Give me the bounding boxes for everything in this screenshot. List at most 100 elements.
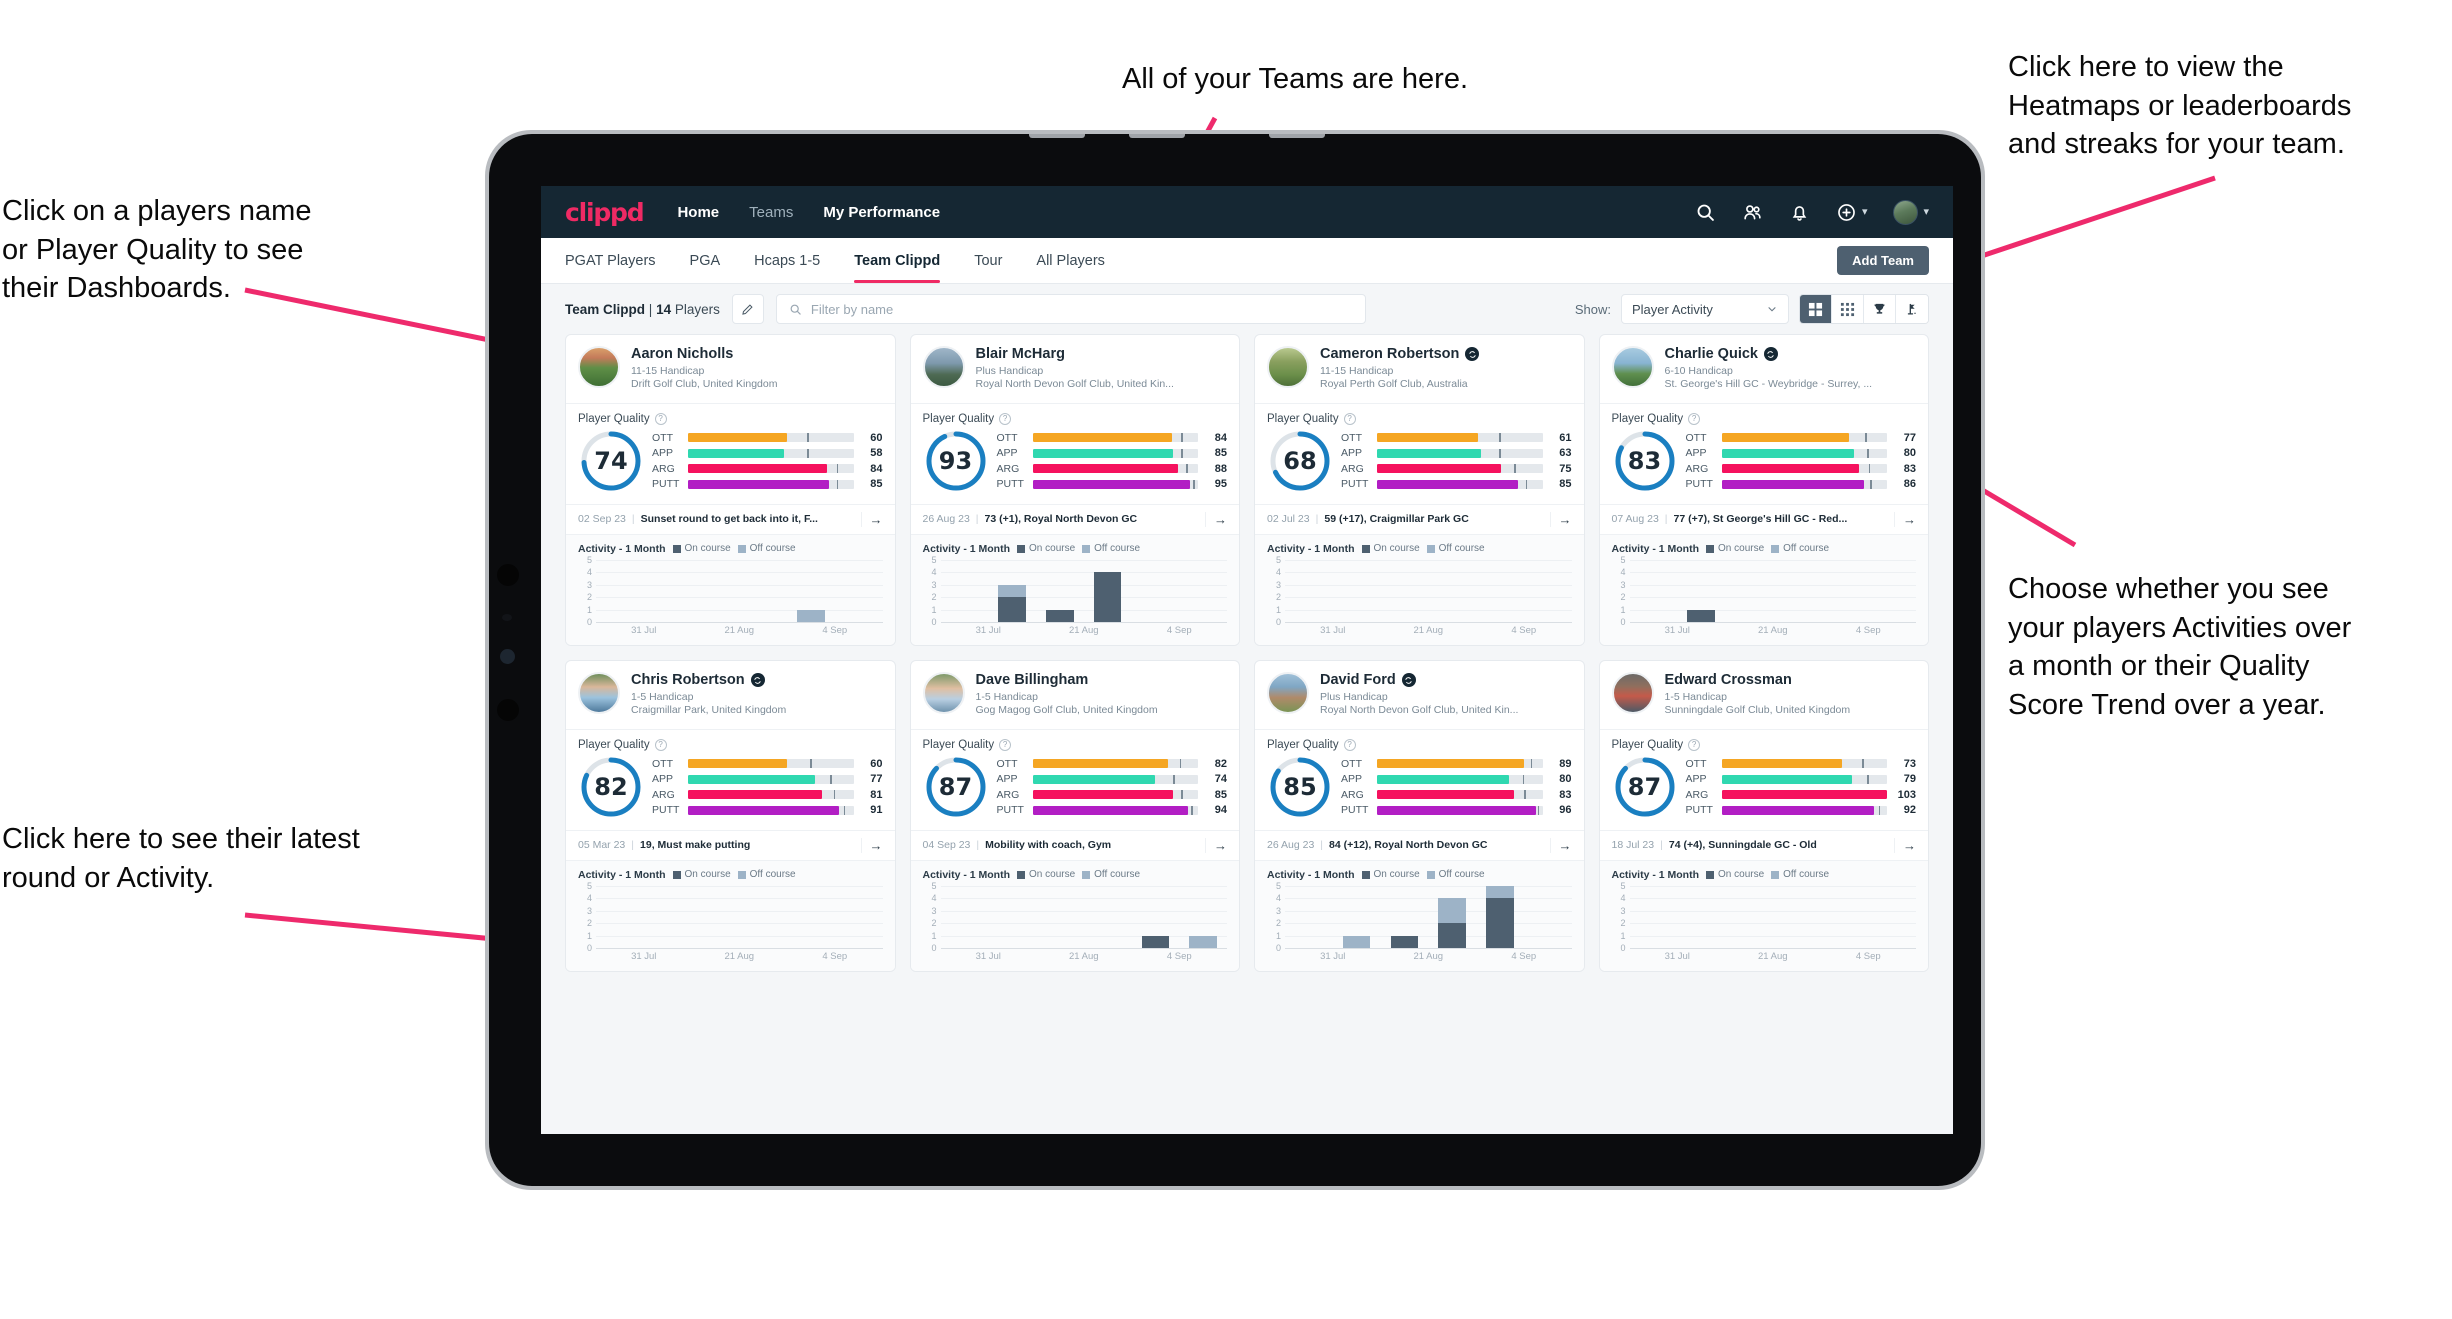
arrow-right-icon[interactable]: → (1205, 511, 1227, 527)
heatmap-view-icon[interactable] (1832, 295, 1864, 323)
show-select[interactable]: Player Activity (1621, 294, 1789, 324)
latest-round-row[interactable]: 02 Sep 23 | Sunset round to get back into … (566, 503, 895, 535)
arrow-right-icon[interactable]: → (860, 511, 883, 527)
metric-value: 79 (1903, 773, 1916, 786)
add-team-button[interactable]: Add Team (1837, 246, 1929, 275)
player-card[interactable]: Chris Robertson 1-5 Handicap Craigmillar P… (565, 659, 896, 972)
metric-label: APP (996, 447, 1018, 460)
plus-circle-icon[interactable] (1836, 202, 1857, 223)
latest-round-row[interactable]: 18 Jul 23 | 74 (+4), Sunningdale GC - Old → (1599, 829, 1928, 861)
player-quality-section[interactable]: Player Quality? 87 OTT 82 APP 74 ARG 85 PUTT 94 (910, 728, 1239, 830)
player-quality-section[interactable]: Player Quality? 87 OTT 73 APP 79 ARG 103 PUTT 92 (1599, 728, 1928, 830)
player-quality-section[interactable]: Player Quality? 83 OTT 77 APP 80 ARG 83 PUTT 86 (1599, 402, 1928, 504)
player-card-header: Cameron Robertson 11-15 Handicap Royal Per… (1255, 335, 1584, 403)
bar-slot (692, 886, 740, 948)
tab-tour[interactable]: Tour (974, 238, 1002, 283)
player-quality-section[interactable]: Player Quality? 82 OTT 60 APP 77 ARG 81 PUTT 91 (566, 728, 895, 830)
player-card[interactable]: Dave Billingham 1-5 Handicap Gog Magog Gol… (909, 659, 1240, 972)
latest-round-row[interactable]: 05 Mar 23 | 19, Must make putting → (566, 829, 895, 861)
player-avatar[interactable] (1611, 346, 1654, 388)
player-name[interactable]: Blair McHarg (976, 346, 1065, 363)
player-card[interactable]: Charlie Quick 6-10 Handicap St. George's H… (1598, 334, 1929, 646)
search-field-wrapper[interactable] (775, 294, 1366, 324)
player-avatar[interactable] (922, 346, 965, 388)
player-avatar[interactable] (922, 671, 965, 714)
help-icon[interactable]: ? (1343, 738, 1356, 751)
streaks-flag-icon[interactable] (1896, 295, 1928, 323)
user-menu[interactable]: ▾ (1893, 199, 1929, 225)
player-avatar[interactable] (1611, 671, 1654, 714)
help-icon[interactable]: ? (1688, 738, 1701, 751)
player-quality-section[interactable]: Player Quality? 93 OTT 84 APP 85 ARG 88 PUTT 95 (910, 402, 1239, 504)
player-quality-label: Player Quality (1267, 738, 1339, 751)
avatar[interactable] (1893, 199, 1919, 225)
nav-link-home[interactable]: Home (677, 204, 719, 221)
bar-slot (1381, 560, 1429, 622)
player-card[interactable]: David Ford Plus Handicap Royal North Devon… (1254, 659, 1585, 972)
player-name[interactable]: Edward Crossman (1665, 672, 1792, 689)
latest-round-row[interactable]: 26 Aug 23 | 73 (+1), Royal North Devon GC → (910, 503, 1239, 535)
player-card[interactable]: Blair McHarg Plus Handicap Royal North Dev… (909, 334, 1240, 646)
player-avatar[interactable] (578, 671, 620, 714)
metric-benchmark-tick (1870, 479, 1872, 489)
player-name[interactable]: Cameron Robertson (1320, 346, 1459, 363)
help-icon[interactable]: ? (654, 738, 667, 751)
help-icon[interactable]: ? (999, 738, 1012, 751)
help-icon[interactable]: ? (1688, 412, 1701, 425)
bar-stack (998, 584, 1026, 622)
leaderboard-trophy-icon[interactable] (1864, 295, 1896, 323)
player-card[interactable]: Cameron Robertson 11-15 Handicap Royal Per… (1254, 334, 1585, 646)
player-avatar[interactable] (1267, 346, 1309, 388)
player-card[interactable]: Aaron Nicholls 11-15 Handicap Drift Golf C… (565, 334, 896, 646)
player-avatar[interactable] (1267, 671, 1309, 714)
help-icon[interactable]: ? (999, 412, 1012, 425)
tab-pga[interactable]: PGA (690, 238, 721, 283)
player-quality-section[interactable]: Player Quality? 68 OTT 61 APP 63 ARG 75 PUTT 85 (1255, 402, 1584, 504)
help-icon[interactable]: ? (1343, 412, 1356, 425)
player-avatar[interactable] (578, 346, 620, 388)
player-name[interactable]: David Ford (1320, 672, 1396, 689)
y-axis-tick: 5 (1275, 880, 1281, 891)
latest-round-row[interactable]: 07 Aug 23 | 77 (+7), St George's Hill GC -… (1599, 503, 1928, 535)
tab-team-clippd[interactable]: Team Clippd (854, 238, 940, 283)
player-name[interactable]: Charlie Quick (1665, 346, 1758, 363)
player-name[interactable]: Chris Robertson (631, 672, 745, 689)
edit-team-button[interactable] (731, 294, 764, 324)
bar-segment-on-course (1486, 898, 1514, 948)
y-axis-tick: 1 (931, 930, 937, 941)
arrow-right-icon[interactable]: → (1205, 837, 1227, 853)
tab-pgat-players[interactable]: PGAT Players (565, 238, 656, 283)
player-card[interactable]: Edward Crossman 1-5 Handicap Sunningdale G… (1598, 659, 1929, 972)
tab-all-players[interactable]: All Players (1036, 238, 1105, 283)
help-icon[interactable]: ? (654, 412, 667, 425)
nav-link-teams[interactable]: Teams (749, 204, 793, 221)
arrow-right-icon[interactable]: → (1549, 511, 1572, 527)
device-sensor-2 (500, 649, 515, 664)
arrow-right-icon[interactable]: → (860, 837, 883, 853)
y-axis-tick: 0 (1275, 942, 1281, 953)
search-icon[interactable] (1695, 202, 1716, 223)
clippd-logo[interactable]: clippd (565, 198, 645, 227)
arrow-right-icon[interactable]: → (1894, 511, 1916, 527)
x-axis-tick: 31 Jul (975, 950, 1001, 962)
player-quality-section[interactable]: Player Quality? 74 OTT 60 APP 58 ARG 84 PUTT 85 (566, 402, 895, 504)
gridline (940, 621, 1227, 623)
bell-icon[interactable] (1789, 202, 1810, 223)
tab-hcaps-1-5[interactable]: Hcaps 1-5 (754, 238, 820, 283)
search-icon (790, 304, 801, 315)
player-quality-section[interactable]: Player Quality? 85 OTT 89 APP 80 ARG 83 PUTT 96 (1255, 728, 1584, 830)
round-separator: | (1660, 839, 1663, 852)
arrow-right-icon[interactable]: → (1894, 837, 1916, 853)
latest-round-row[interactable]: 02 Jul 23 | 59 (+17), Craigmillar Park GC → (1255, 503, 1584, 535)
metric-fill (1377, 774, 1510, 784)
nav-link-my-performance[interactable]: My Performance (823, 204, 940, 221)
add-menu[interactable]: ▾ (1836, 202, 1867, 223)
search-input[interactable] (810, 301, 1353, 317)
player-name[interactable]: Aaron Nicholls (631, 346, 733, 363)
latest-round-row[interactable]: 04 Sep 23 | Mobility with coach, Gym → (910, 829, 1239, 861)
arrow-right-icon[interactable]: → (1549, 837, 1572, 853)
people-icon[interactable] (1742, 202, 1763, 223)
latest-round-row[interactable]: 26 Aug 23 | 84 (+12), Royal North Devon GC… (1255, 829, 1584, 861)
player-name[interactable]: Dave Billingham (976, 672, 1089, 689)
grid-view-icon[interactable] (1800, 295, 1832, 323)
